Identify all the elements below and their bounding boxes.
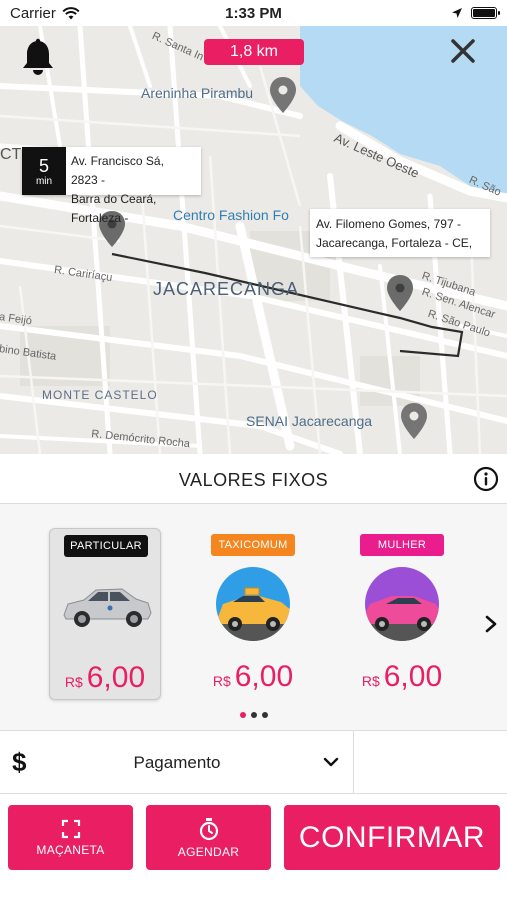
stopwatch-icon bbox=[199, 817, 218, 840]
poi-pin-senai bbox=[401, 403, 427, 439]
handle-button-label: MAÇANETA bbox=[36, 842, 105, 857]
eta-unit: min bbox=[35, 175, 53, 187]
map-label-monte-castelo: MONTE CASTELO bbox=[42, 388, 158, 402]
schedule-button-label: AGENDAR bbox=[177, 844, 240, 859]
option-price-mulher: R$ 6,00 bbox=[346, 660, 458, 694]
bell-icon[interactable] bbox=[20, 38, 56, 78]
carrier-info: Carrier bbox=[10, 5, 80, 22]
payment-row: $ Pagamento bbox=[0, 730, 507, 794]
map-label-areninha: Areninha Pirambu bbox=[141, 85, 254, 101]
fixed-prices-title: VALORES FIXOS bbox=[178, 470, 329, 490]
destination-address-line-2: Jacarecanga, Fortaleza - CE, bbox=[316, 236, 473, 250]
eta-value: 5 bbox=[38, 155, 49, 176]
origin-address-line-2: Barra do Ceará, Fortaleza - bbox=[71, 192, 157, 225]
option-badge-taxicomum: TAXICOMUM bbox=[211, 534, 295, 556]
vehicle-options: PARTICULAR R$ 6,00 TAXICOMUM R$ 6,00 MUL… bbox=[0, 504, 507, 730]
chevron-right-icon[interactable] bbox=[482, 614, 500, 634]
car-icon bbox=[58, 567, 154, 643]
handle-button[interactable]: MAÇANETA bbox=[8, 805, 133, 870]
chevron-down-icon bbox=[323, 757, 339, 767]
expand-icon bbox=[61, 819, 80, 838]
schedule-button[interactable]: AGENDAR bbox=[146, 805, 271, 870]
origin-address-line-1: Av. Francisco Sá, 2823 - bbox=[71, 154, 164, 187]
option-mulher[interactable]: MULHER R$ 6,00 bbox=[346, 528, 458, 700]
option-price-value: 6,00 bbox=[383, 660, 443, 693]
origin-callout: 5 min Av. Francisco Sá, 2823 - Barra do … bbox=[22, 147, 201, 225]
pink-car-icon bbox=[354, 566, 450, 642]
destination-pin[interactable] bbox=[386, 274, 414, 312]
option-currency: R$ bbox=[361, 673, 380, 689]
close-icon[interactable] bbox=[449, 37, 477, 65]
map-label-district: JACARECANGA bbox=[153, 279, 300, 299]
page-dot bbox=[250, 712, 257, 718]
option-price-particular: R$ 6,00 bbox=[50, 661, 160, 695]
confirm-button[interactable]: CONFIRMAR bbox=[284, 805, 500, 870]
option-badge-particular: PARTICULAR bbox=[64, 535, 148, 557]
eta-box: 5 min bbox=[22, 147, 66, 195]
option-currency: R$ bbox=[212, 673, 231, 689]
wifi-icon bbox=[62, 6, 80, 19]
route-map[interactable]: R. Santa In Areninha Pirambu CT Av. Lest… bbox=[0, 26, 507, 454]
page-dot bbox=[239, 712, 246, 718]
fixed-prices-header: VALORES FIXOS bbox=[0, 454, 507, 504]
destination-callout: Av. Filomeno Gomes, 797 - Jacarecanga, F… bbox=[310, 209, 490, 257]
taxi-icon bbox=[205, 566, 301, 642]
page-dot bbox=[261, 712, 268, 718]
payment-select[interactable]: $ Pagamento bbox=[0, 731, 354, 793]
distance-badge: 1,8 km bbox=[204, 39, 304, 65]
info-icon[interactable] bbox=[473, 466, 499, 492]
map-label-senai: SENAI Jacarecanga bbox=[246, 413, 373, 429]
confirm-button-label: CONFIRMAR bbox=[298, 820, 486, 854]
option-price-value: 6,00 bbox=[234, 660, 294, 693]
option-price-value: 6,00 bbox=[86, 661, 146, 694]
carrier-name: Carrier bbox=[10, 4, 56, 22]
page-indicator bbox=[0, 712, 507, 718]
poi-pin-areninha bbox=[270, 77, 296, 113]
status-bar: Carrier 1:33 PM bbox=[0, 0, 507, 26]
battery-icon bbox=[471, 7, 500, 19]
option-particular[interactable]: PARTICULAR R$ 6,00 bbox=[49, 528, 161, 700]
map-label-ct: CT bbox=[0, 146, 22, 163]
payment-label: Pagamento bbox=[133, 753, 221, 772]
origin-address: Av. Francisco Sá, 2823 - Barra do Ceará,… bbox=[66, 147, 201, 225]
option-currency: R$ bbox=[64, 674, 83, 690]
option-badge-mulher: MULHER bbox=[360, 534, 444, 556]
option-price-taxicomum: R$ 6,00 bbox=[197, 660, 309, 694]
option-taxicomum[interactable]: TAXICOMUM R$ 6,00 bbox=[197, 528, 309, 700]
location-arrow-icon bbox=[452, 8, 462, 18]
destination-address-line-1: Av. Filomeno Gomes, 797 - bbox=[316, 217, 461, 231]
